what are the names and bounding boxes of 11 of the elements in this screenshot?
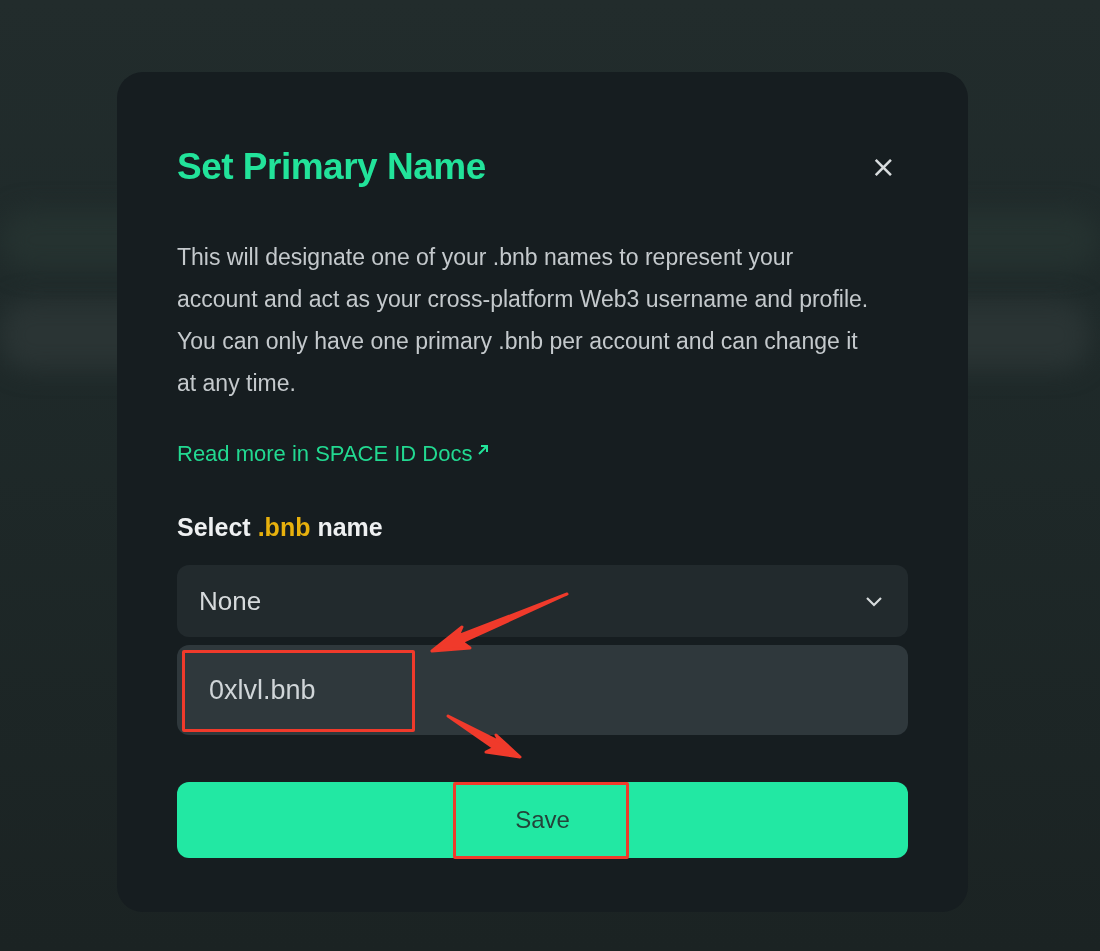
external-link-icon bbox=[476, 443, 491, 457]
select-label-highlight: .bnb bbox=[257, 513, 311, 542]
name-select[interactable]: None bbox=[177, 565, 908, 637]
docs-link[interactable]: Read more in SPACE ID Docs bbox=[177, 441, 473, 467]
dialog-title: Set Primary Name bbox=[177, 146, 486, 188]
description-text: This will designate one of your .bnb names to represent your account and act as your cross-platform Web3 username and profile. You can only have one primary .bnb per account and can change it at any time. bbox=[177, 243, 870, 398]
close-button[interactable]: × bbox=[862, 152, 904, 182]
dropdown-option[interactable]: 0xlvl.bnb bbox=[177, 674, 348, 706]
save-button[interactable]: Save bbox=[177, 782, 908, 858]
select-label: Select bbox=[177, 513, 251, 542]
select-label: name bbox=[317, 513, 383, 542]
